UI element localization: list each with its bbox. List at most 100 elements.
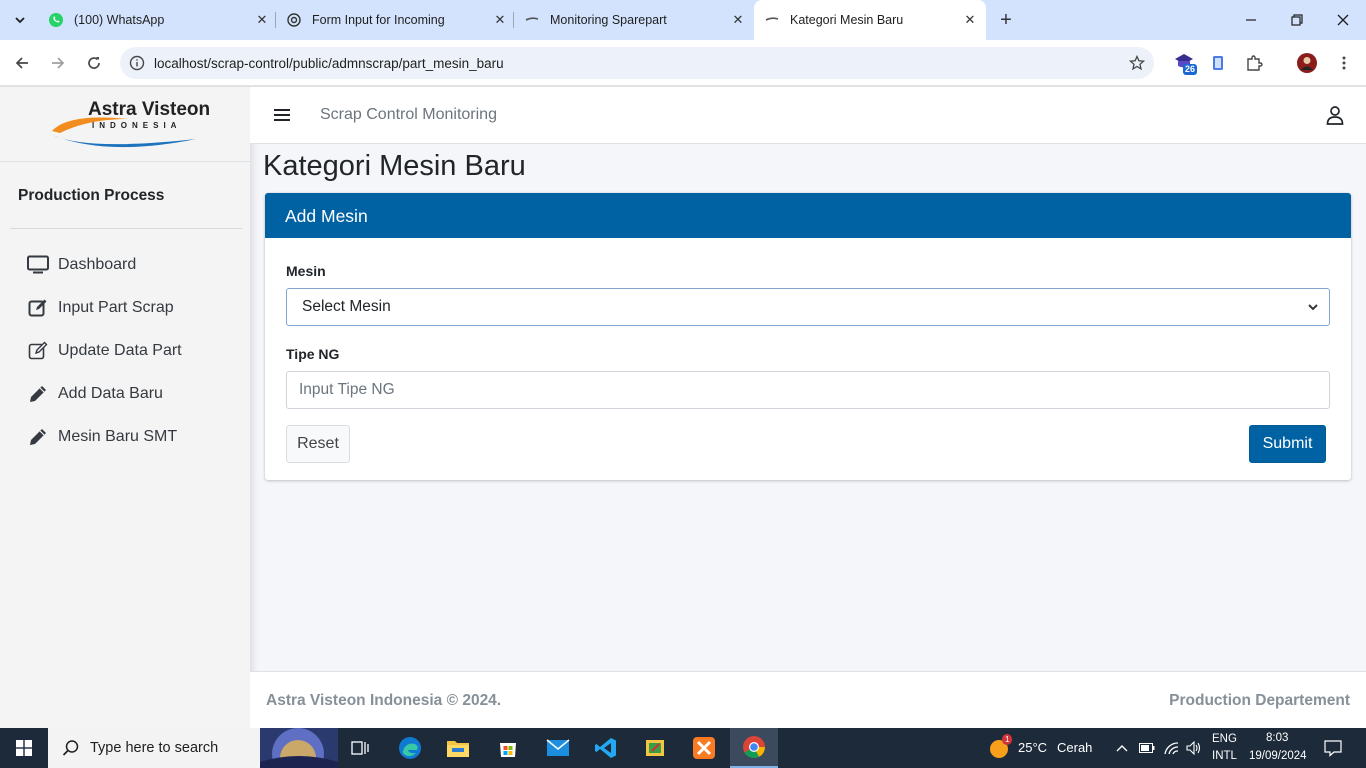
forward-button[interactable] — [44, 49, 72, 77]
close-icon[interactable]: ✕ — [960, 10, 980, 30]
taskbar-app-store[interactable] — [484, 728, 532, 768]
logo-text: Astra Visteon — [88, 99, 211, 120]
browser-tab-bar: (100) WhatsApp ✕ Form Input for Incoming… — [0, 0, 1366, 40]
pencil-icon — [26, 383, 50, 405]
navbar-title[interactable]: Scrap Control Monitoring — [320, 106, 497, 124]
footer-copyright: Astra Visteon Indonesia © 2024. — [266, 692, 502, 709]
taskbar-app-vscode[interactable] — [582, 728, 630, 768]
language-line1[interactable]: ENG — [1212, 733, 1237, 745]
tab-kategori-mesin-baru[interactable]: Kategori Mesin Baru ✕ — [754, 0, 986, 40]
document-extension-icon — [1213, 56, 1223, 70]
language-line2[interactable]: INTL — [1212, 750, 1237, 762]
mail-icon — [546, 739, 570, 756]
logo-subtext: INDONESIA — [92, 121, 182, 130]
page-viewport: Astra Visteon INDONESIA Production Proce… — [0, 87, 1366, 728]
profile-avatar[interactable] — [1295, 51, 1319, 75]
taskbar-app-mail[interactable] — [534, 728, 582, 768]
taskbar-app-file-explorer[interactable] — [434, 728, 482, 768]
kebab-menu-icon — [1342, 56, 1346, 70]
tab-title: Kategori Mesin Baru — [790, 13, 904, 27]
taskbar-search-box[interactable]: Type here to search — [48, 728, 338, 768]
taskbar-app-tool[interactable] — [632, 728, 680, 768]
sidebar-heading: Production Process — [18, 187, 165, 204]
restore-button[interactable] — [1274, 0, 1320, 40]
mesin-label: Mesin — [286, 263, 326, 279]
monitor-icon — [26, 254, 50, 276]
site-info-icon[interactable] — [120, 55, 154, 71]
tab-title: (100) WhatsApp — [74, 13, 165, 27]
extension-button[interactable] — [1206, 51, 1230, 75]
tab-monitoring-sparepart[interactable]: Monitoring Sparepart ✕ — [520, 4, 748, 36]
close-icon[interactable]: ✕ — [252, 10, 272, 30]
taskbar-app-xampp[interactable] — [680, 728, 728, 768]
reset-button[interactable]: Reset — [286, 425, 350, 463]
new-tab-button[interactable]: + — [994, 8, 1018, 32]
taskbar-app-edge[interactable] — [386, 728, 434, 768]
submit-button[interactable]: Submit — [1249, 425, 1326, 463]
app-tool-icon — [646, 740, 664, 756]
tipe-ng-input[interactable] — [286, 371, 1330, 409]
hamburger-icon — [274, 109, 290, 121]
browser-menu-button[interactable] — [1332, 51, 1356, 75]
arrow-right-icon — [52, 57, 65, 69]
tab-form-input[interactable]: Form Input for Incoming ✕ — [282, 4, 510, 36]
tab-search-button[interactable] — [6, 6, 34, 34]
taskbar-app-chrome[interactable] — [730, 728, 778, 768]
top-navbar: Scrap Control Monitoring — [250, 87, 1366, 144]
mesin-select-value: Select Mesin — [302, 298, 391, 315]
edit-outline-icon — [26, 340, 50, 362]
sidebar-item-update-data-part[interactable]: Update Data Part — [26, 336, 182, 366]
sidebar-divider — [10, 228, 242, 229]
brand-logo[interactable]: Astra Visteon INDONESIA — [0, 87, 250, 162]
network-button[interactable] — [1162, 728, 1182, 768]
user-menu-button[interactable] — [1324, 104, 1346, 126]
user-icon — [1326, 106, 1344, 125]
sidebar-item-label: Add Data Baru — [58, 385, 163, 402]
sidebar-item-dashboard[interactable]: Dashboard — [26, 250, 136, 280]
sidebar: Astra Visteon INDONESIA Production Proce… — [0, 87, 250, 728]
search-icon — [62, 740, 79, 756]
openai-icon — [286, 12, 302, 28]
sidebar-toggle-button[interactable] — [272, 105, 292, 125]
extension-badge-button[interactable]: 26 — [1173, 51, 1198, 75]
close-icon[interactable]: ✕ — [728, 10, 748, 30]
battery-button[interactable] — [1137, 728, 1157, 768]
sidebar-item-mesin-baru-smt[interactable]: Mesin Baru SMT — [26, 422, 177, 452]
notification-center-button[interactable] — [1318, 728, 1348, 768]
close-window-button[interactable] — [1320, 0, 1366, 40]
close-icon[interactable]: ✕ — [490, 10, 510, 30]
minimize-button[interactable] — [1228, 0, 1274, 40]
weather-condition[interactable]: Cerah — [1057, 740, 1092, 755]
clock-date[interactable]: 19/09/2024 — [1249, 750, 1307, 762]
chevron-down-icon — [15, 17, 25, 24]
browser-toolbar: localhost/scrap-control/public/admnscrap… — [0, 40, 1366, 86]
weather-widget-icon-area[interactable]: 1 — [984, 728, 1014, 768]
page-icon — [764, 12, 780, 28]
address-bar[interactable]: localhost/scrap-control/public/admnscrap… — [120, 47, 1154, 79]
avatar-icon — [1297, 53, 1317, 73]
sidebar-item-add-data-baru[interactable]: Add Data Baru — [26, 379, 163, 409]
weather-temperature[interactable]: 25°C — [1018, 740, 1047, 755]
chrome-icon — [743, 736, 765, 758]
sidebar-item-label: Mesin Baru SMT — [58, 428, 178, 445]
mesin-select[interactable]: Select Mesin — [286, 288, 1330, 326]
task-view-button[interactable] — [336, 728, 384, 768]
extensions-menu-button[interactable] — [1242, 51, 1266, 75]
bookmark-star-icon[interactable] — [1120, 55, 1154, 71]
xampp-icon — [693, 737, 715, 759]
tab-whatsapp[interactable]: (100) WhatsApp ✕ — [44, 4, 272, 36]
edge-icon — [399, 737, 421, 759]
back-button[interactable] — [8, 49, 36, 77]
show-hidden-icons-button[interactable] — [1112, 728, 1132, 768]
whatsapp-icon — [48, 12, 64, 28]
start-button[interactable] — [0, 728, 48, 768]
card-header: Add Mesin — [265, 193, 1351, 238]
clock-time[interactable]: 8:03 — [1266, 732, 1288, 744]
minimize-icon — [1246, 19, 1256, 21]
windows-taskbar: Type here to search 1 25°C Cerah ENG INT… — [0, 728, 1366, 768]
volume-button[interactable] — [1184, 728, 1204, 768]
sidebar-item-input-part-scrap[interactable]: Input Part Scrap — [26, 293, 174, 323]
notification-icon — [1324, 740, 1342, 757]
page-title: Kategori Mesin Baru — [263, 150, 526, 182]
reload-button[interactable] — [80, 49, 108, 77]
